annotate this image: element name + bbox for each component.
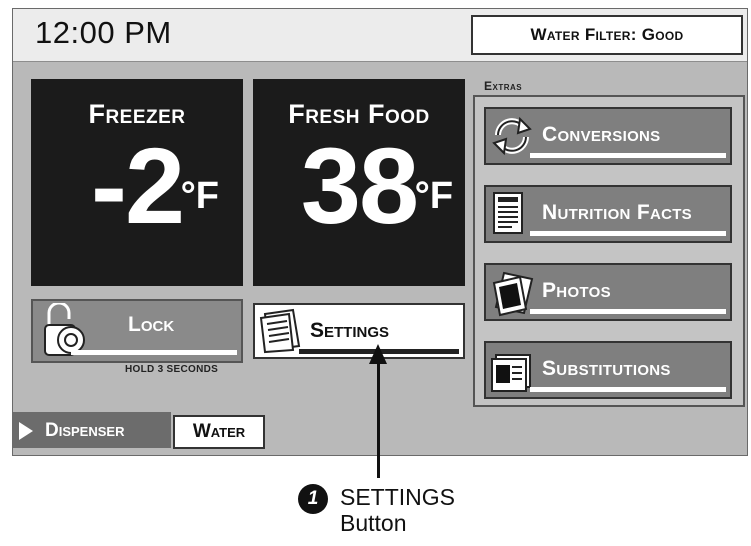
substitutions-bar <box>530 387 726 392</box>
freezer-temp-value: -2 <box>90 125 185 246</box>
fresh-food-temp-value: 38 <box>300 125 419 246</box>
substitutions-icon <box>491 354 531 392</box>
freezer-temp: -2 °F <box>91 132 219 240</box>
callout-line <box>377 360 380 478</box>
lock-button[interactable]: Lock <box>31 299 243 363</box>
photos-label: Photos <box>542 279 611 302</box>
conversions-button[interactable]: Conversions <box>484 107 732 165</box>
dispenser-tab[interactable]: Dispenser <box>13 412 171 448</box>
freezer-temp-unit: °F <box>180 175 220 217</box>
conversions-bar <box>530 153 726 158</box>
water-button[interactable]: Water <box>173 415 265 449</box>
water-filter-status[interactable]: Water Filter: Good <box>471 15 743 55</box>
settings-button[interactable]: Settings <box>253 303 465 359</box>
lock-label: Lock <box>128 313 175 336</box>
conversions-label: Conversions <box>542 123 661 146</box>
photos-button[interactable]: Photos <box>484 263 732 321</box>
nutrition-facts-button[interactable]: Nutrition Facts <box>484 185 732 243</box>
callout-number-badge: 1 <box>298 484 328 514</box>
nutrition-facts-bar <box>530 231 726 236</box>
callout-line2: Button <box>340 510 407 536</box>
photos-bar <box>530 309 726 314</box>
settings-label: Settings <box>310 319 390 342</box>
substitutions-button[interactable]: Substitutions <box>484 341 732 399</box>
refrigerator-display: 12:00 PM Water Filter: Good Freezer -2 °… <box>12 8 748 456</box>
freezer-temp-button[interactable]: Freezer -2 °F <box>31 79 243 286</box>
conversions-icon <box>492 116 532 156</box>
lock-progress-bar <box>71 350 237 355</box>
nutrition-facts-icon <box>493 192 523 234</box>
fresh-food-temp-button[interactable]: Fresh Food 38 °F <box>253 79 465 286</box>
extras-title: Extras <box>484 79 523 93</box>
top-bar: 12:00 PM Water Filter: Good <box>13 9 747 62</box>
dispenser-label: Dispenser <box>45 420 125 441</box>
substitutions-label: Substitutions <box>542 357 671 380</box>
nutrition-facts-label: Nutrition Facts <box>542 201 692 224</box>
callout-line1: SETTINGS <box>340 484 456 510</box>
lock-hint: HOLD 3 SECONDS <box>125 364 219 375</box>
fresh-food-temp: 38 °F <box>301 132 453 240</box>
callout-caption: SETTINGS Button <box>340 484 455 536</box>
fresh-food-temp-unit: °F <box>414 175 454 217</box>
clock: 12:00 PM <box>35 15 172 50</box>
play-arrow-icon <box>19 422 33 440</box>
settings-icon <box>259 308 301 354</box>
